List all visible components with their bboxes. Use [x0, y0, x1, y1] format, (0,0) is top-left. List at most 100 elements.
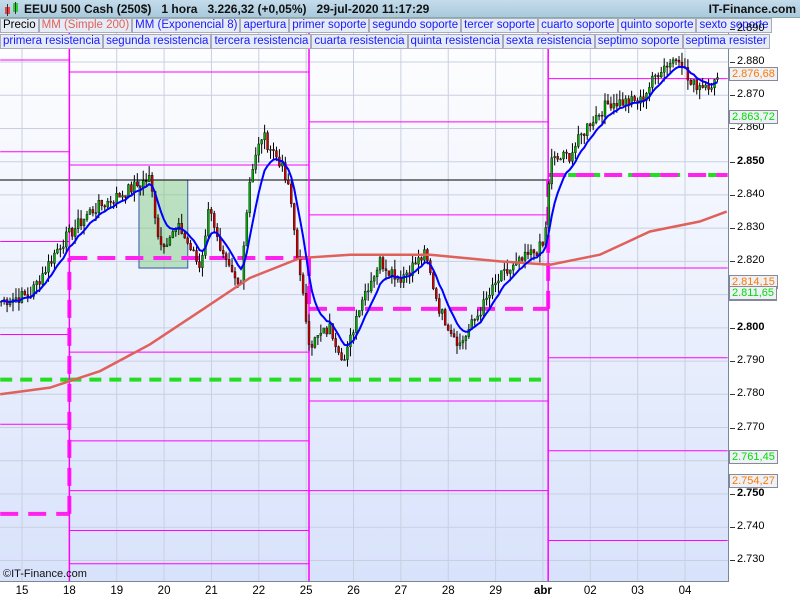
candle-body [355, 316, 358, 333]
price-axis[interactable]: 2.890 2.880 2.870 2.860 2.850 2.840 2.830 2.820… [729, 18, 800, 581]
candle-body [361, 299, 364, 311]
time-axis[interactable]: 15 18 19 20 21 22 25 26 27 28 29 abr 02 03 04 [0, 582, 728, 600]
candle-body [509, 269, 512, 274]
last-price: 3.226,32 (+0,05%) [207, 2, 307, 16]
chart-plot-area[interactable] [0, 18, 729, 582]
candle-body [41, 273, 44, 285]
candle-body [603, 100, 607, 117]
price-label: 2.761,45 [729, 449, 778, 464]
highlight-box [138, 179, 189, 269]
legend-item[interactable]: segunda resistencia [103, 34, 212, 49]
candle-body [121, 195, 124, 198]
candle-body [343, 359, 346, 361]
candle-body [236, 277, 240, 285]
candle-body [263, 132, 266, 141]
candle-body [624, 98, 627, 106]
candle-body [488, 295, 491, 299]
candle-body [671, 59, 675, 64]
y-tick-label: 2.850 [730, 154, 765, 167]
candle-body [313, 337, 317, 348]
candle-body [550, 157, 553, 185]
candle-body [494, 282, 497, 286]
candle-body [183, 233, 186, 239]
candle-body [266, 132, 269, 150]
candle-body [68, 228, 71, 233]
candle-body [230, 264, 234, 272]
candle-body [387, 270, 391, 276]
legend-item[interactable]: segundo soporte [369, 18, 462, 33]
candle-body [272, 149, 275, 151]
y-tick-label: 2.770 [730, 420, 765, 433]
candle-body [479, 314, 482, 317]
y-tick-label: 2.750 [730, 486, 765, 499]
candle-body [65, 231, 68, 248]
candle-body [290, 183, 293, 204]
y-tick-label: 2.830 [730, 221, 765, 234]
candle-body [115, 193, 118, 204]
candle-body [88, 209, 92, 215]
x-tick-label: 19 [110, 585, 124, 597]
candle-body [337, 346, 340, 353]
site-name: IT-Finance.com [708, 2, 796, 16]
candle-body [14, 297, 18, 300]
candle-body [322, 327, 326, 334]
candle-body [162, 244, 166, 248]
candle-body [109, 200, 112, 203]
candle-body [654, 75, 657, 77]
candle-body [541, 241, 545, 246]
candle-body [245, 212, 249, 247]
candle-body [103, 205, 106, 208]
candle-body [701, 85, 704, 88]
candle-body [482, 299, 485, 316]
candle-body [452, 333, 456, 338]
y-tick-label: 2.880 [730, 55, 765, 67]
candle-body [372, 276, 376, 282]
legend-item[interactable]: MM (Simple 200) [38, 18, 133, 33]
candle-body [156, 217, 160, 237]
candle-body [47, 261, 50, 273]
candle-body [529, 249, 533, 255]
legend-item[interactable]: primera resistencia [0, 34, 104, 49]
x-tick-label: 27 [394, 585, 408, 597]
candle-body [663, 65, 666, 73]
candle-body [142, 180, 145, 188]
datetime: 29-jul-2020 11:17:29 [316, 2, 430, 16]
candle-body [59, 248, 62, 250]
instrument-info: EEUU 500 Cash (250$) 1 hora 3.226,32 (+0… [24, 2, 429, 16]
legend-item[interactable]: tercer soporte [461, 18, 539, 33]
legend-item[interactable]: Precio [0, 18, 39, 33]
legend-item[interactable]: MM (Exponencial 8) [132, 18, 241, 33]
candle-body [520, 257, 524, 261]
candle-body [260, 139, 263, 145]
candle-body [23, 291, 27, 295]
candle-body [621, 99, 624, 106]
candle-body [591, 122, 595, 127]
legend-item[interactable]: apertura [240, 18, 290, 33]
candle-body [384, 268, 388, 271]
candle-body [633, 96, 636, 101]
x-tick-label: 04 [678, 585, 692, 597]
candle-body [310, 344, 314, 348]
candle-body [710, 87, 713, 90]
legend-item[interactable]: quinto soporte [617, 18, 697, 33]
candle-body [254, 154, 257, 170]
candle-body [301, 274, 305, 294]
x-tick-label: 20 [157, 585, 171, 597]
legend-item[interactable]: primer soporte [289, 18, 370, 33]
x-tick-label: 03 [631, 585, 645, 597]
candle-body [26, 294, 30, 297]
price-label: 2.754,27 [729, 473, 778, 488]
candle-body [500, 270, 503, 282]
candle-body [207, 209, 210, 237]
legend-item[interactable]: cuarto soporte [538, 18, 618, 33]
y-tick-label: 2.790 [730, 354, 765, 367]
legend-item[interactable]: septimo soporte [594, 34, 683, 49]
legend-item[interactable]: cuarta resistencia [311, 34, 408, 49]
candle-body [491, 284, 494, 296]
legend-item[interactable]: quinta resistencia [407, 34, 504, 49]
instrument-name: EEUU 500 Cash (250$) [24, 2, 152, 16]
legend-item[interactable]: sexta resistencia [503, 34, 595, 49]
x-tick-label: 02 [583, 585, 597, 597]
legend-item[interactable]: tercera resistencia [211, 34, 312, 49]
candle-body [458, 342, 462, 346]
